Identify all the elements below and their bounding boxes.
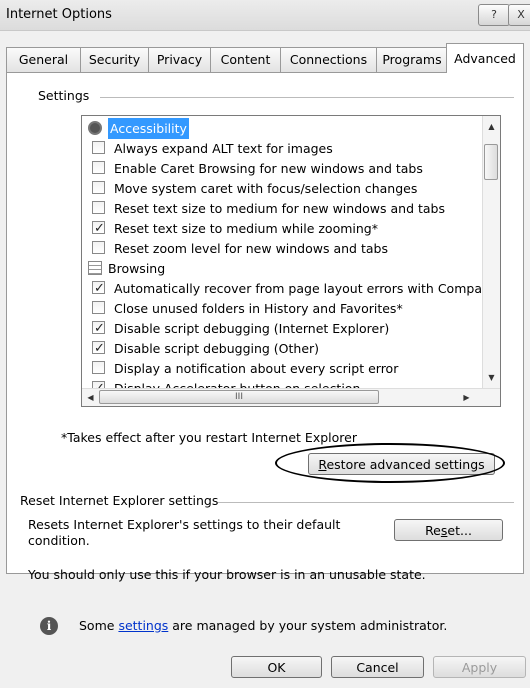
reset-label-suffix: et... (447, 523, 472, 538)
settings-option-label: Move system caret with focus/selection c… (114, 181, 418, 196)
settings-option[interactable]: Close unused folders in History and Favo… (82, 298, 480, 319)
accessibility-icon (88, 121, 102, 135)
ok-button[interactable]: OK (231, 656, 322, 678)
help-icon: ? (491, 8, 497, 21)
settings-option[interactable]: Disable script debugging (Other) (82, 338, 480, 359)
tab-security[interactable]: Security (80, 47, 149, 72)
admin-settings-link[interactable]: settings (118, 618, 168, 633)
close-icon: X (517, 8, 525, 21)
vertical-scrollbar[interactable]: ▲ ▼ (482, 116, 500, 388)
checkbox[interactable] (92, 278, 105, 299)
tab-content[interactable]: Content (210, 47, 281, 72)
settings-option-label: Display a notification about every scrip… (114, 361, 399, 376)
checkbox[interactable] (92, 361, 105, 374)
settings-option[interactable]: Automatically recover from page layout e… (82, 278, 482, 299)
reset-description-line1: Resets Internet Explorer's settings to t… (28, 517, 341, 532)
settings-option-label: Disable script debugging (Internet Explo… (114, 321, 390, 336)
checkbox[interactable] (92, 181, 105, 194)
info-icon: i (40, 617, 58, 635)
settings-option-label: Reset text size to medium while zooming* (114, 221, 378, 236)
title-bar: Internet Options ? X (0, 0, 530, 31)
settings-tree[interactable]: Accessibility Always expand ALT text for … (81, 115, 501, 407)
reset-button[interactable]: Reset... (394, 519, 503, 541)
browsing-folder-icon (88, 261, 102, 275)
apply-button[interactable]: Apply (433, 656, 526, 678)
tab-programs[interactable]: Programs (376, 47, 448, 72)
settings-option-label: Automatically recover from page layout e… (114, 281, 482, 296)
scroll-down-arrow[interactable]: ▼ (483, 369, 500, 386)
scroll-left-arrow[interactable]: ◀ (82, 389, 99, 406)
restart-footnote: *Takes effect after you restart Internet… (61, 430, 357, 445)
settings-option-label: Reset text size to medium for new window… (114, 201, 445, 216)
checkbox[interactable] (92, 318, 105, 339)
settings-option[interactable]: Always expand ALT text for images (82, 138, 480, 159)
settings-category[interactable]: Accessibility (82, 118, 480, 139)
admin-notice-prefix: Some (79, 618, 119, 633)
scroll-right-arrow[interactable]: ▶ (458, 389, 475, 406)
reset-description-line2: condition. (28, 533, 90, 548)
checkbox[interactable] (92, 161, 105, 174)
reset-group-divider (218, 502, 514, 503)
tab-privacy[interactable]: Privacy (148, 47, 211, 72)
checkbox[interactable] (92, 338, 105, 359)
close-button[interactable]: X (508, 4, 530, 26)
settings-option-label: Enable Caret Browsing for new windows an… (114, 161, 423, 176)
restore-advanced-settings-button[interactable]: Restore advanced settings (308, 453, 495, 475)
checkbox[interactable] (92, 301, 105, 314)
cancel-button[interactable]: Cancel (331, 656, 424, 678)
horizontal-scroll-thumb[interactable]: III (99, 390, 379, 404)
help-button[interactable]: ? (478, 4, 510, 26)
settings-option-label: Always expand ALT text for images (114, 141, 333, 156)
settings-option[interactable]: Reset zoom level for new windows and tab… (82, 238, 480, 259)
reset-group-label: Reset Internet Explorer settings (20, 493, 219, 508)
admin-notice: Some settings are managed by your system… (79, 618, 447, 633)
settings-group-divider (100, 97, 514, 98)
tab-general[interactable]: General (6, 47, 81, 72)
vertical-scroll-thumb[interactable] (484, 144, 498, 180)
tab-advanced[interactable]: Advanced (446, 43, 524, 73)
tab-connections[interactable]: Connections (280, 47, 377, 72)
checkbox[interactable] (92, 201, 105, 214)
settings-option[interactable]: Move system caret with focus/selection c… (82, 178, 480, 199)
checkbox[interactable] (92, 218, 105, 239)
restore-label-suffix: estore advanced settings (326, 457, 485, 472)
settings-option-label: Reset zoom level for new windows and tab… (114, 241, 388, 256)
reset-label-prefix: Re (425, 523, 441, 538)
window-title: Internet Options (6, 7, 112, 22)
reset-warning: You should only use this if your browser… (28, 567, 426, 582)
settings-option-label: Disable script debugging (Other) (114, 341, 320, 356)
admin-notice-suffix: are managed by your system administrator… (168, 618, 448, 633)
checkbox[interactable] (92, 141, 105, 154)
scroll-up-arrow[interactable]: ▲ (483, 118, 500, 135)
checkbox[interactable] (92, 241, 105, 254)
settings-category-label: Browsing (108, 261, 166, 276)
settings-option[interactable]: Reset text size to medium while zooming* (82, 218, 480, 239)
horizontal-scrollbar[interactable]: ◀ III ▶ (82, 388, 500, 406)
settings-option[interactable]: Enable Caret Browsing for new windows an… (82, 158, 480, 179)
settings-category-label: Accessibility (108, 118, 189, 139)
settings-option[interactable]: Disable script debugging (Internet Explo… (82, 318, 480, 339)
settings-group-label: Settings (38, 88, 90, 103)
settings-option[interactable]: Reset text size to medium for new window… (82, 198, 480, 219)
settings-option[interactable]: Display a notification about every scrip… (82, 358, 480, 379)
settings-option-label: Close unused folders in History and Favo… (114, 301, 403, 316)
settings-category[interactable]: Browsing (82, 258, 480, 279)
